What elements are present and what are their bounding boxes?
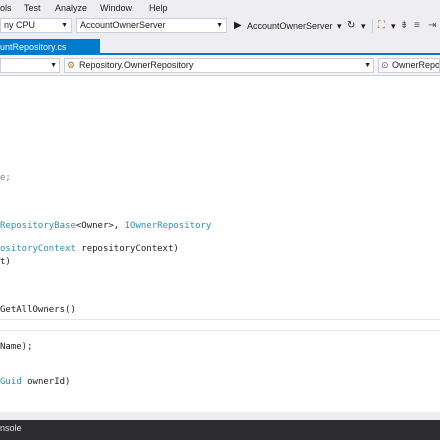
- chevron-down-icon: ▼: [50, 62, 57, 69]
- tab-package-manager-console[interactable]: nsole: [0, 423, 22, 433]
- browser-link-icon[interactable]: ⛶: [378, 20, 385, 31]
- play-icon[interactable]: ▶: [234, 20, 242, 31]
- navigation-bar: ▼ ⚙ Repository.OwnerRepository ▼ ⊙ Owner…: [0, 56, 440, 76]
- type-combo-value: Repository.OwnerRepository: [79, 60, 194, 70]
- method-icon: ⊙: [381, 60, 389, 70]
- tab-underline: [0, 53, 440, 55]
- member-combo[interactable]: ⊙ OwnerRepo: [378, 58, 440, 73]
- chevron-down-icon: ▼: [61, 22, 68, 29]
- interface-type: IOwnerRepository: [124, 221, 212, 231]
- guid-type: Guid: [0, 377, 22, 387]
- menu-test[interactable]: Test: [24, 3, 41, 13]
- toolbar: ny CPU ▼ AccountOwnerServer ▼ ▶ AccountO…: [0, 17, 440, 36]
- constructor-params: repositoryContext): [75, 244, 179, 254]
- bottom-panel-tabs: nsole: [0, 420, 440, 440]
- tab-label: untRepository.cs: [0, 42, 67, 52]
- run-button-label[interactable]: AccountOwnerServer: [247, 21, 333, 31]
- indent-icon[interactable]: ⇥: [428, 20, 436, 31]
- platform-combo[interactable]: ny CPU ▼: [0, 18, 72, 33]
- menu-window[interactable]: Window: [100, 3, 132, 13]
- context-type: ositoryContext: [0, 244, 76, 254]
- chevron-down-icon: ▼: [216, 22, 223, 29]
- class-icon: ⚙: [67, 60, 76, 70]
- member-combo-value: OwnerRepo: [392, 60, 440, 70]
- code-line-base-call: t): [0, 257, 11, 267]
- startup-project-value: AccountOwnerServer: [80, 20, 166, 30]
- step-icon[interactable]: ⇟: [400, 20, 408, 31]
- code-line-get-all-owners: GetAllOwners(): [0, 305, 76, 315]
- code-editor[interactable]: e; RepositoryBase<Owner>, IOwnerReposito…: [0, 76, 440, 412]
- refresh-dropdown-icon[interactable]: ▾: [361, 21, 366, 32]
- menu-help[interactable]: Help: [149, 3, 168, 13]
- format-icon[interactable]: ≡: [414, 20, 420, 31]
- menu-analyze[interactable]: Analyze: [55, 3, 87, 13]
- code-line-get-owner-by-id: Guid ownerId): [0, 377, 70, 387]
- type-combo[interactable]: ⚙ Repository.OwnerRepository ▼: [64, 58, 374, 73]
- run-dropdown-icon[interactable]: ▾: [337, 21, 342, 32]
- generic-args: <Owner>,: [75, 221, 125, 231]
- platform-combo-value: ny CPU: [4, 20, 36, 30]
- project-combo[interactable]: ▼: [0, 58, 60, 73]
- current-line-highlight: [0, 319, 440, 331]
- editor-bottom-scroll-area: [0, 412, 440, 420]
- browser-dropdown-icon[interactable]: ▾: [391, 21, 396, 32]
- refresh-icon[interactable]: ↻: [347, 20, 355, 31]
- base-type: RepositoryBase: [0, 221, 76, 231]
- code-line-class-declaration: RepositoryBase<Owner>, IOwnerRepository: [0, 221, 211, 231]
- code-line-using: e;: [0, 173, 11, 183]
- startup-project-combo[interactable]: AccountOwnerServer ▼: [76, 18, 227, 33]
- owner-id-param: ownerId): [21, 377, 71, 387]
- chevron-down-icon: ▼: [364, 62, 371, 69]
- code-line-order-by: Name);: [0, 342, 33, 352]
- menu-bar: ols Test Analyze Window Help: [0, 0, 440, 17]
- toolbar-separator: [372, 19, 373, 33]
- code-line-constructor: ositoryContext repositoryContext): [0, 244, 179, 254]
- menu-tools[interactable]: ols: [0, 3, 12, 13]
